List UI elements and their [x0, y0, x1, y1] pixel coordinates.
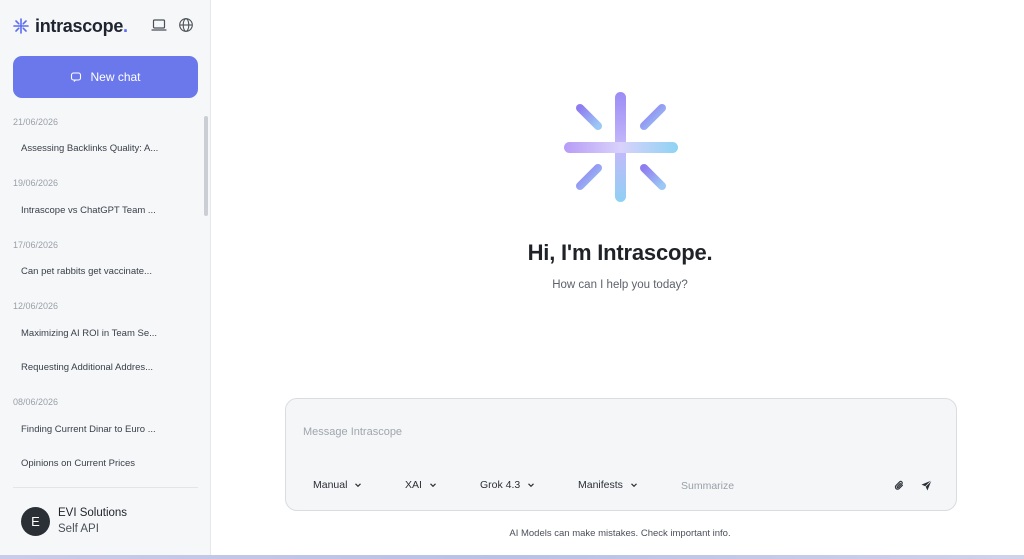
user-subtitle: Self API [58, 523, 99, 535]
history-item[interactable]: Assessing Backlinks Quality: A... [21, 143, 161, 154]
greeting-title: Hi, I'm Intrascope. [527, 240, 713, 265]
history-item[interactable]: Requesting Additional Addres... [21, 362, 161, 373]
greeting-subtitle: How can I help you today? [552, 279, 688, 291]
chat-bubble-icon [71, 72, 82, 82]
history-item[interactable]: Maximizing AI ROI in Team Se... [21, 328, 161, 339]
paperclip-icon[interactable] [893, 479, 906, 492]
mode-label: Manual [313, 479, 348, 491]
manifests-select[interactable]: Manifests [578, 479, 638, 491]
composer: Manual XAI Grok 4.3 Manifests Summarize [285, 398, 957, 511]
model-select[interactable]: Grok 4.3 [480, 479, 535, 491]
sidebar: intrascope. New chat 21/06/2026 Assessin… [0, 0, 211, 559]
history-item[interactable]: Finding Current Dinar to Euro ... [21, 424, 161, 435]
new-chat-label: New chat [90, 70, 141, 84]
history-date: 08/06/2026 [13, 397, 59, 407]
asterisk-logo-icon [13, 18, 29, 34]
history-item[interactable]: Intrascope vs ChatGPT Team ... [21, 205, 161, 216]
disclaimer: AI Models can make mistakes. Check impor… [509, 528, 731, 539]
chevron-down-icon [355, 483, 362, 488]
mode-select[interactable]: Manual [313, 479, 362, 491]
chevron-down-icon [430, 483, 436, 488]
laptop-icon[interactable] [151, 17, 167, 33]
provider-select[interactable]: XAI [405, 479, 437, 491]
manifests-label: Manifests [578, 479, 623, 491]
provider-label: XAI [405, 479, 422, 491]
history-scrollbar[interactable] [204, 116, 208, 216]
sidebar-divider [13, 487, 198, 488]
history-date: 17/06/2026 [13, 240, 59, 250]
brand[interactable]: intrascope. [13, 14, 128, 38]
chevron-down-icon [631, 483, 637, 488]
message-input[interactable] [303, 423, 903, 441]
avatar[interactable]: E [21, 507, 50, 536]
summarize-toggle[interactable]: Summarize [681, 480, 734, 492]
new-chat-button[interactable]: New chat [13, 56, 198, 98]
history-date: 21/06/2026 [13, 117, 59, 127]
history-date: 19/06/2026 [13, 178, 59, 188]
history-date: 12/06/2026 [13, 301, 59, 311]
brand-name: intrascope. [35, 15, 128, 36]
chevron-down-icon [528, 483, 535, 488]
window-bottom-edge [0, 555, 1024, 559]
history-item[interactable]: Opinions on Current Prices [21, 458, 161, 469]
model-label: Grok 4.3 [480, 479, 521, 491]
intrascope-logo-icon [564, 92, 678, 202]
user-name[interactable]: EVI Solutions [58, 507, 127, 519]
chat-history: 21/06/2026 Assessing Backlinks Quality: … [0, 110, 211, 482]
globe-icon[interactable] [178, 17, 194, 33]
history-item[interactable]: Can pet rabbits get vaccinate... [21, 266, 161, 277]
send-icon[interactable] [920, 479, 933, 492]
